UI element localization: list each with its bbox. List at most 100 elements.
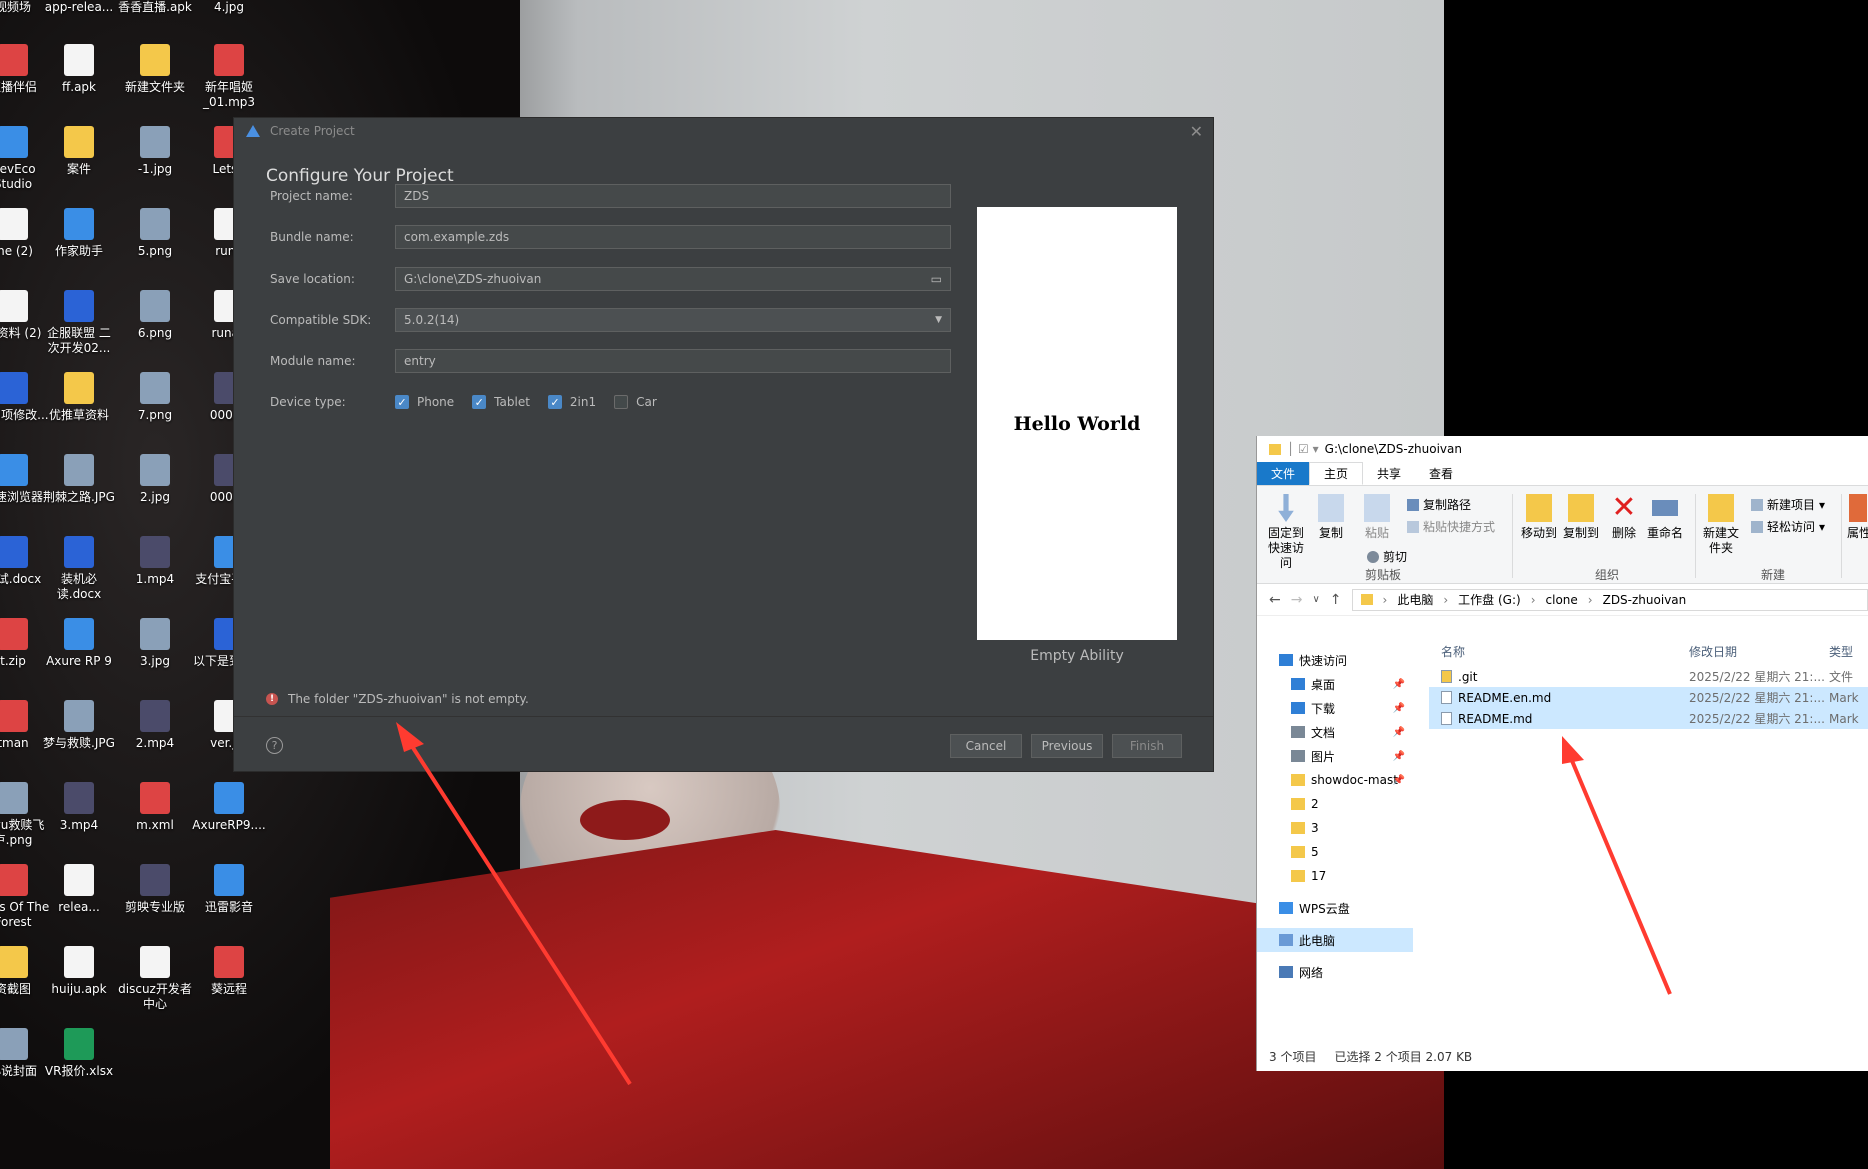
desktop-icon-label[interactable]: 4.jpg (192, 0, 266, 15)
address-bar[interactable]: › 此电脑 › 工作盘 (G:) › clone › ZDS-zhuoivan (1351, 588, 1868, 611)
file-row[interactable]: README.en.md 2025/2/22 星期六 21:... Mark (1429, 687, 1868, 708)
tab-home[interactable]: 主页 (1309, 462, 1364, 485)
nav-wps-cloud[interactable]: WPS云盘 (1257, 896, 1413, 920)
desktop-icon[interactable]: 6.png (118, 290, 192, 341)
desktop-icon[interactable]: 案件 (42, 126, 116, 177)
nav-item-7[interactable]: 5 (1257, 840, 1413, 864)
breadcrumb-chevron-icon[interactable]: › (1588, 593, 1593, 607)
desktop-icon[interactable]: AxureRP9.... (192, 782, 266, 833)
desktop-icon-label[interactable]: 香香直播.apk (118, 0, 192, 15)
file-row[interactable]: .git 2025/2/22 星期六 21:... 文件 (1429, 666, 1868, 687)
desktop-icon[interactable]: 新建文件夹 (118, 44, 192, 95)
breadcrumb-chevron-icon[interactable]: › (1443, 593, 1448, 607)
checkmark-icon[interactable]: ✓ (395, 395, 409, 409)
breadcrumb-segment[interactable]: 此电脑 (1397, 591, 1433, 608)
device-checkbox-phone[interactable]: ✓ Phone (395, 395, 454, 409)
nav-item-3[interactable]: 图片 📌 (1257, 744, 1413, 768)
desktop-icon-label[interactable]: app-relea... (42, 0, 116, 15)
desktop-icon[interactable]: discuz开发者中心 (118, 946, 192, 1012)
nav-item-0[interactable]: 桌面 📌 (1257, 672, 1413, 696)
delete-button[interactable]: ✕ 删除 (1609, 493, 1639, 541)
desktop-icon[interactable]: 剪映专业版 (118, 864, 192, 915)
breadcrumb-segment[interactable]: 工作盘 (G:) (1458, 591, 1521, 608)
desktop-icon[interactable]: 3.jpg (118, 618, 192, 669)
tab-file[interactable]: 文件 (1257, 462, 1310, 485)
cut-button[interactable]: 剪切 (1367, 548, 1407, 565)
breadcrumb-segment[interactable]: clone (1546, 593, 1578, 607)
breadcrumb-segment[interactable]: ZDS-zhuoivan (1603, 593, 1687, 607)
desktop-icon[interactable]: 7.png (118, 372, 192, 423)
checkmark-icon[interactable]: ✓ (547, 395, 562, 409)
desktop-icon[interactable]: 装机必读.docx (42, 536, 116, 602)
previous-button[interactable]: Previous (1031, 734, 1103, 758)
desktop-icon[interactable]: Axure RP 9 (42, 618, 116, 669)
device-checkbox-2in1[interactable]: ✓ 2in1 (547, 395, 596, 409)
desktop-icon[interactable]: 梦与救赎.JPG (42, 700, 116, 751)
checkmark-icon[interactable]: ✓ (472, 395, 487, 409)
new-folder-button[interactable]: 新建文件夹 (1701, 494, 1741, 556)
copy-to-button[interactable]: 复制到 (1561, 494, 1601, 541)
desktop-icon[interactable]: VR报价.xlsx (42, 1028, 116, 1079)
device-checkbox-car[interactable]: Car (614, 395, 657, 409)
tab-share[interactable]: 共享 (1363, 462, 1415, 485)
desktop-icon[interactable]: 2.mp4 (118, 700, 192, 751)
recent-chevron-icon[interactable]: ∨ (1312, 594, 1319, 605)
explorer-titlebar[interactable]: │ ☑ ▾ G:\clone\ZDS-zhuoivan (1257, 436, 1868, 462)
pin-quick-access-button[interactable]: 固定到快速访问 (1263, 494, 1309, 571)
finish-button[interactable]: Finish (1112, 734, 1182, 758)
bundle-name-input[interactable]: com.example.zds (395, 225, 951, 249)
file-row[interactable]: README.md 2025/2/22 星期六 21:... Mark (1429, 708, 1868, 729)
desktop-icon[interactable]: 企服联盟 二次开发02... (42, 290, 116, 356)
easy-access-button[interactable]: 轻松访问 ▾ (1751, 518, 1825, 535)
column-type[interactable]: 类型 (1829, 643, 1868, 660)
save-location-input[interactable]: G:\clone\ZDS-zhuoivan ▭ (395, 267, 951, 291)
column-name[interactable]: 名称 (1429, 643, 1689, 660)
desktop-icon[interactable]: 荆棘之路.JPG (42, 454, 116, 505)
module-name-input[interactable]: entry (395, 349, 951, 373)
new-item-button[interactable]: 新建项目 ▾ (1751, 496, 1825, 513)
desktop-icon[interactable]: huiju.apk (42, 946, 116, 997)
desktop-icon[interactable]: m.xml (118, 782, 192, 833)
paste-button[interactable]: 粘贴 (1357, 494, 1397, 541)
rename-button[interactable]: 重命名 (1645, 494, 1685, 541)
desktop-icon[interactable]: 新年唱姬_01.mp3 (192, 44, 266, 110)
desktop-icon[interactable]: 葵远程 (192, 946, 266, 997)
close-icon[interactable]: ✕ (1190, 122, 1203, 141)
desktop-icon[interactable]: 迅雷影音 (192, 864, 266, 915)
up-arrow-icon[interactable]: ↑ (1330, 592, 1342, 608)
dialog-titlebar[interactable]: Create Project (234, 118, 1213, 144)
checkbox-empty-icon[interactable] (614, 395, 629, 409)
desktop-icon[interactable]: 优推草资料 (42, 372, 116, 423)
cancel-button[interactable]: Cancel (950, 734, 1022, 758)
template-preview[interactable]: Hello World (977, 207, 1177, 640)
device-checkbox-tablet[interactable]: ✓ Tablet (472, 395, 530, 409)
breadcrumb-chevron-icon[interactable]: › (1531, 593, 1536, 607)
desktop-icon[interactable]: 作家助手 (42, 208, 116, 259)
desktop-icon[interactable]: relea... (42, 864, 116, 915)
nav-item-6[interactable]: 3 (1257, 816, 1413, 840)
desktop-icon[interactable]: 2.jpg (118, 454, 192, 505)
nav-quick-access[interactable]: 快速访问 (1257, 648, 1413, 672)
nav-item-2[interactable]: 文档 📌 (1257, 720, 1413, 744)
nav-network[interactable]: 网络 (1257, 960, 1413, 984)
nav-this-pc[interactable]: 此电脑 (1257, 928, 1413, 952)
move-to-button[interactable]: 移动到 (1519, 494, 1559, 541)
desktop-icon[interactable]: 3.mp4 (42, 782, 116, 833)
nav-item-1[interactable]: 下载 📌 (1257, 696, 1413, 720)
compatible-sdk-select[interactable]: 5.0.2(14) ▼ (395, 308, 951, 332)
properties-button[interactable]: 属性 (1847, 494, 1868, 541)
back-arrow-icon[interactable]: ← (1269, 592, 1281, 608)
desktop-icon[interactable]: 5.png (118, 208, 192, 259)
quick-access-toolbar[interactable]: │ ☑ ▾ (1287, 442, 1319, 456)
nav-item-5[interactable]: 2 (1257, 792, 1413, 816)
breadcrumb-chevron-icon[interactable]: › (1383, 593, 1388, 607)
nav-item-8[interactable]: 17 (1257, 864, 1413, 888)
nav-item-4[interactable]: showdoc-mast 📌 (1257, 768, 1413, 792)
column-date[interactable]: 修改日期 (1689, 643, 1829, 660)
forward-arrow-icon[interactable]: → (1291, 592, 1303, 608)
folder-browse-icon[interactable]: ▭ (931, 272, 942, 286)
copy-button[interactable]: 复制 (1313, 494, 1349, 541)
tab-view[interactable]: 查看 (1415, 462, 1467, 485)
project-name-input[interactable]: ZDS (395, 184, 951, 208)
copy-path-button[interactable]: 复制路径 (1407, 496, 1471, 513)
